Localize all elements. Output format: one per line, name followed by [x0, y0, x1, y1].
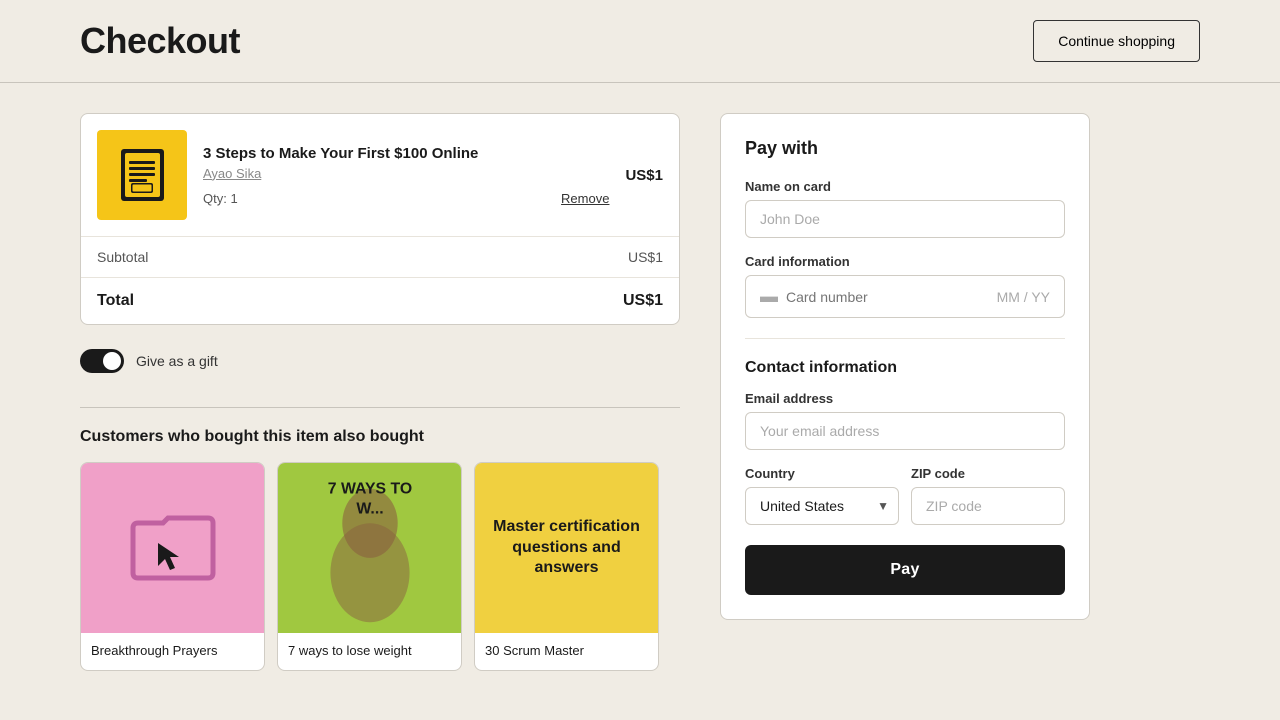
- card-chip-icon: ▬: [760, 286, 778, 307]
- header-divider: [0, 82, 1280, 83]
- right-column: Pay with Name on card Card information ▬…: [720, 113, 1090, 620]
- rec-card-3-label: 30 Scrum Master: [475, 633, 658, 670]
- rec-card-2-thumbnail: 7 WAYS TO W...: [278, 463, 461, 633]
- left-column: 3 Steps to Make Your First $100 Online A…: [80, 113, 680, 671]
- zip-group: ZIP code: [911, 466, 1065, 525]
- email-input[interactable]: [745, 412, 1065, 450]
- rec-card-3-cover-text: Master certification questions and answe…: [485, 517, 648, 579]
- card-expiry-placeholder: MM / YY: [997, 289, 1050, 305]
- rec-card-1-label: Breakthrough Prayers: [81, 633, 264, 670]
- cart-card: 3 Steps to Make Your First $100 Online A…: [80, 113, 680, 325]
- recommendations-divider: [80, 407, 680, 408]
- rec-card-1[interactable]: Breakthrough Prayers: [80, 462, 265, 671]
- cart-item-author[interactable]: Ayao Sika: [203, 166, 609, 181]
- cart-item-row: 3 Steps to Make Your First $100 Online A…: [81, 114, 679, 237]
- zip-input[interactable]: [911, 487, 1065, 525]
- cart-item-qty-row: Qty: 1 Remove: [203, 191, 609, 206]
- country-group: Country United States United Kingdom Can…: [745, 466, 899, 525]
- cart-item-remove-button[interactable]: Remove: [561, 191, 609, 206]
- cart-item-qty: Qty: 1: [203, 191, 238, 206]
- svg-text:7 WAYS TO: 7 WAYS TO: [328, 481, 412, 498]
- cart-item-details: 3 Steps to Make Your First $100 Online A…: [203, 145, 609, 206]
- subtotal-label: Subtotal: [97, 249, 148, 265]
- card-number-input[interactable]: [786, 289, 989, 305]
- cart-item-title: 3 Steps to Make Your First $100 Online: [203, 145, 609, 162]
- cart-total-row: Total US$1: [81, 278, 679, 324]
- gift-row: Give as a gift: [80, 345, 680, 377]
- name-on-card-label: Name on card: [745, 179, 1065, 194]
- gift-toggle[interactable]: [80, 349, 124, 373]
- zip-label: ZIP code: [911, 466, 1065, 481]
- contact-info-label: Contact information: [745, 355, 1065, 377]
- name-on-card-input[interactable]: [745, 200, 1065, 238]
- recommendations-title: Customers who bought this item also boug…: [80, 428, 680, 446]
- country-select[interactable]: United States United Kingdom Canada Aust…: [745, 487, 899, 525]
- total-label: Total: [97, 292, 134, 310]
- continue-shopping-button[interactable]: Continue shopping: [1033, 20, 1200, 62]
- pay-button[interactable]: Pay: [745, 545, 1065, 595]
- card-info-row: ▬ MM / YY: [745, 275, 1065, 318]
- rec-card-2[interactable]: 7 WAYS TO W... 7 ways to lose weight: [277, 462, 462, 671]
- country-label: Country: [745, 466, 899, 481]
- pay-card: Pay with Name on card Card information ▬…: [720, 113, 1090, 620]
- photo-icon: 7 WAYS TO W...: [278, 463, 461, 633]
- total-value: US$1: [623, 292, 663, 310]
- cart-item-thumbnail: [97, 130, 187, 220]
- country-select-wrap: United States United Kingdom Canada Aust…: [745, 487, 899, 525]
- recommendations-list: Breakthrough Prayers: [80, 462, 680, 671]
- cart-item-price: US$1: [625, 167, 663, 184]
- cart-subtotal-row: Subtotal US$1: [81, 237, 679, 278]
- rec-card-3[interactable]: Master certification questions and answe…: [474, 462, 659, 671]
- folder-icon: [123, 498, 223, 598]
- card-info-label: Card information: [745, 254, 1065, 269]
- page-title: Checkout: [80, 20, 240, 62]
- contact-divider: [745, 338, 1065, 339]
- subtotal-value: US$1: [628, 249, 663, 265]
- rec-card-2-label: 7 ways to lose weight: [278, 633, 461, 670]
- svg-text:W...: W...: [356, 500, 383, 517]
- recommendations-section: Customers who bought this item also boug…: [80, 428, 680, 671]
- book-icon: [115, 145, 170, 205]
- pay-with-title: Pay with: [745, 138, 1065, 159]
- header: Checkout Continue shopping: [0, 0, 1280, 82]
- email-label: Email address: [745, 391, 1065, 406]
- country-zip-row: Country United States United Kingdom Can…: [745, 466, 1065, 525]
- rec-card-1-thumbnail: [81, 463, 264, 633]
- gift-label: Give as a gift: [136, 353, 218, 369]
- main-content: 3 Steps to Make Your First $100 Online A…: [0, 113, 1280, 711]
- rec-card-3-thumbnail: Master certification questions and answe…: [475, 463, 658, 633]
